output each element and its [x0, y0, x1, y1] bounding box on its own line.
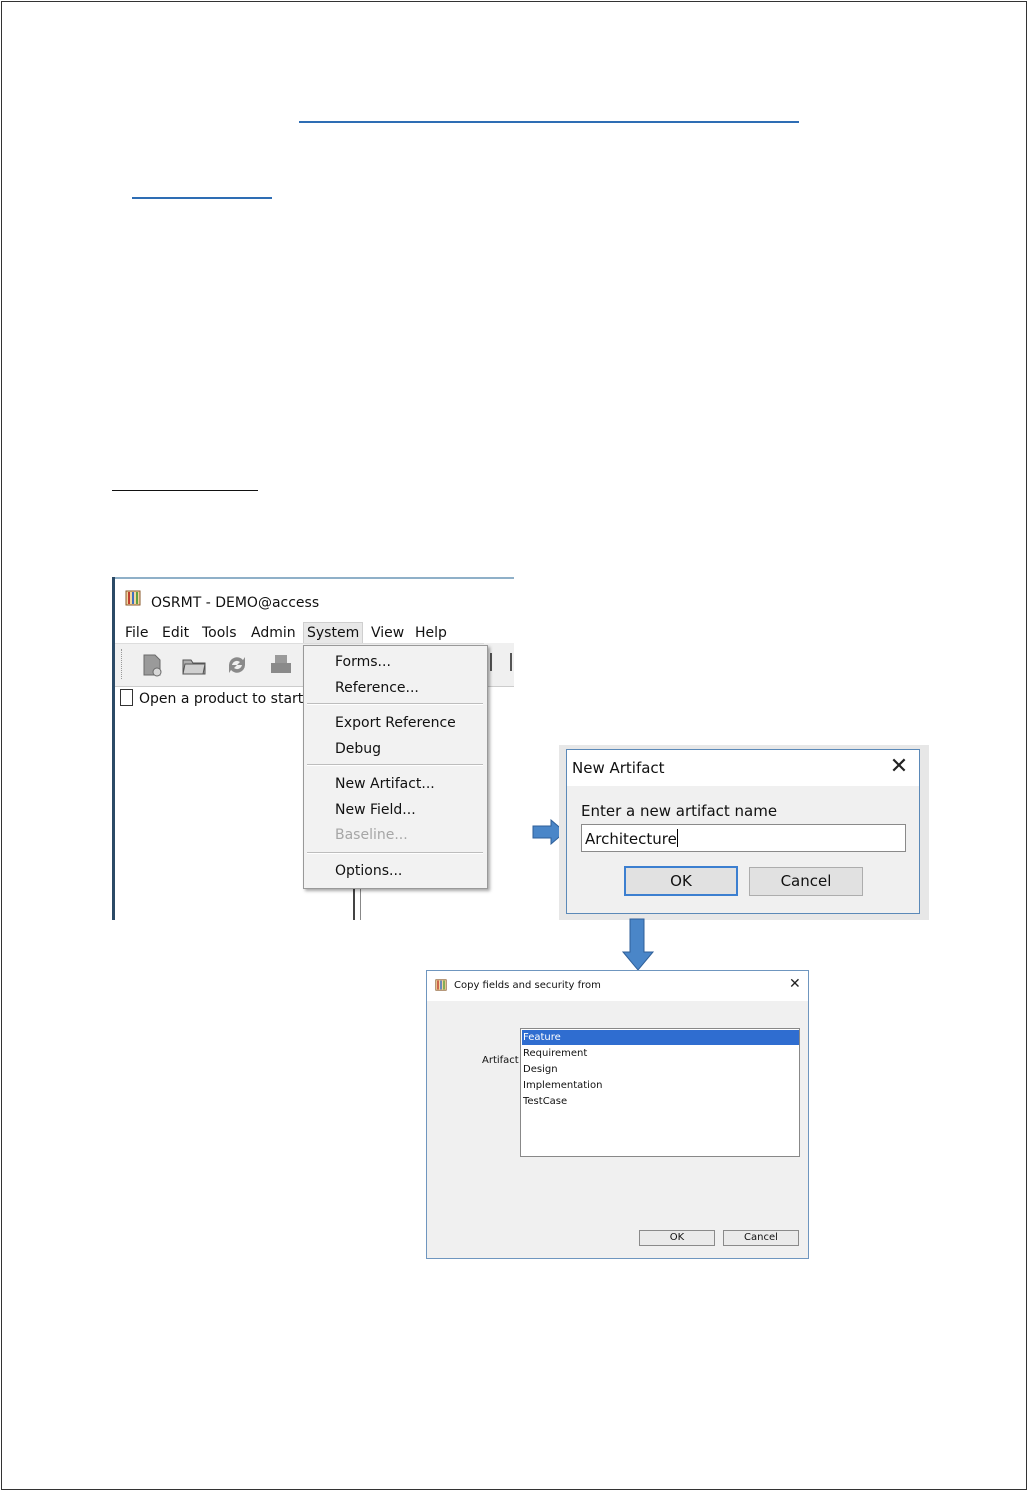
menubar: File Edit Tools Admin System View Help: [115, 619, 514, 644]
list-item-feature[interactable]: Feature: [522, 1030, 799, 1045]
open-folder-icon[interactable]: [181, 652, 207, 678]
app-book-icon: [435, 979, 447, 991]
tree-item-label: Open a product to start: [139, 691, 304, 707]
list-item-testcase[interactable]: TestCase: [522, 1094, 799, 1109]
window-top-edge: [112, 577, 514, 579]
menu-item-options[interactable]: Options...: [335, 863, 402, 879]
copy-fields-dialog: Copy fields and security from ✕ Artifact…: [426, 970, 809, 1259]
menu-edit[interactable]: Edit: [159, 623, 192, 643]
window-title: OSRMT - DEMO@access: [151, 595, 320, 611]
toolbar-right-section: [484, 643, 514, 685]
title-underline: [299, 121, 799, 123]
menu-item-export-reference[interactable]: Export Reference: [335, 715, 456, 731]
menu-tools[interactable]: Tools: [199, 623, 240, 643]
panel-splitter[interactable]: [353, 885, 361, 920]
menu-item-new-field[interactable]: New Field...: [335, 802, 416, 818]
list-item-design[interactable]: Design: [522, 1062, 799, 1077]
down-arrow-icon: [621, 918, 655, 971]
menu-separator: [307, 852, 483, 854]
artifact-name-input[interactable]: Architecture: [581, 824, 906, 852]
menu-separator: [307, 764, 483, 766]
artifact-list[interactable]: Feature Requirement Design Implementatio…: [520, 1028, 800, 1157]
menu-item-forms[interactable]: Forms...: [335, 654, 391, 670]
list-item-implementation[interactable]: Implementation: [522, 1078, 799, 1093]
system-menu-dropdown: Forms... Reference... Export Reference D…: [303, 645, 488, 889]
new-product-icon[interactable]: [139, 652, 165, 678]
list-item-requirement[interactable]: Requirement: [522, 1046, 799, 1061]
cancel-button[interactable]: Cancel: [723, 1230, 799, 1246]
dialog-titlebar: New Artifact ✕: [567, 750, 919, 786]
artifact-name-value: Architecture: [585, 830, 677, 848]
ok-button[interactable]: OK: [624, 866, 738, 896]
toolbar-grip[interactable]: [121, 649, 124, 679]
menu-view[interactable]: View: [368, 623, 407, 643]
new-artifact-dialog: New Artifact ✕ Enter a new artifact name…: [566, 749, 920, 914]
menu-item-debug[interactable]: Debug: [335, 741, 381, 757]
app-book-icon: [125, 590, 141, 606]
dialog-titlebar: Copy fields and security from ✕: [427, 971, 808, 1001]
menu-file[interactable]: File: [122, 623, 151, 643]
dialog-title: Copy fields and security from: [454, 980, 601, 991]
menu-item-reference[interactable]: Reference...: [335, 680, 419, 696]
ok-button[interactable]: OK: [639, 1230, 715, 1246]
artifact-name-label: Enter a new artifact name: [581, 802, 778, 820]
cancel-button[interactable]: Cancel: [749, 867, 863, 896]
section-underline: [132, 197, 272, 199]
menu-admin[interactable]: Admin: [248, 623, 299, 643]
menu-separator: [307, 703, 483, 705]
page-icon: [120, 689, 133, 706]
close-icon[interactable]: ✕: [789, 977, 801, 991]
artifact-label: Artifact: [482, 1055, 519, 1066]
close-icon[interactable]: ✕: [888, 756, 910, 778]
print-icon[interactable]: [268, 652, 294, 678]
menu-item-new-artifact[interactable]: New Artifact...: [335, 776, 435, 792]
tree-item[interactable]: Open a product to start: [120, 689, 303, 707]
menu-help[interactable]: Help: [412, 623, 450, 643]
grid-icon[interactable]: [490, 653, 512, 671]
refresh-icon[interactable]: [224, 652, 250, 678]
window-titlebar: OSRMT - DEMO@access: [115, 583, 514, 611]
menu-system[interactable]: System: [303, 622, 364, 644]
dialog-title: New Artifact: [572, 759, 665, 777]
text-caret: [676, 829, 678, 847]
menu-item-baseline: Baseline...: [335, 827, 408, 843]
subsection-underline: [112, 490, 258, 491]
